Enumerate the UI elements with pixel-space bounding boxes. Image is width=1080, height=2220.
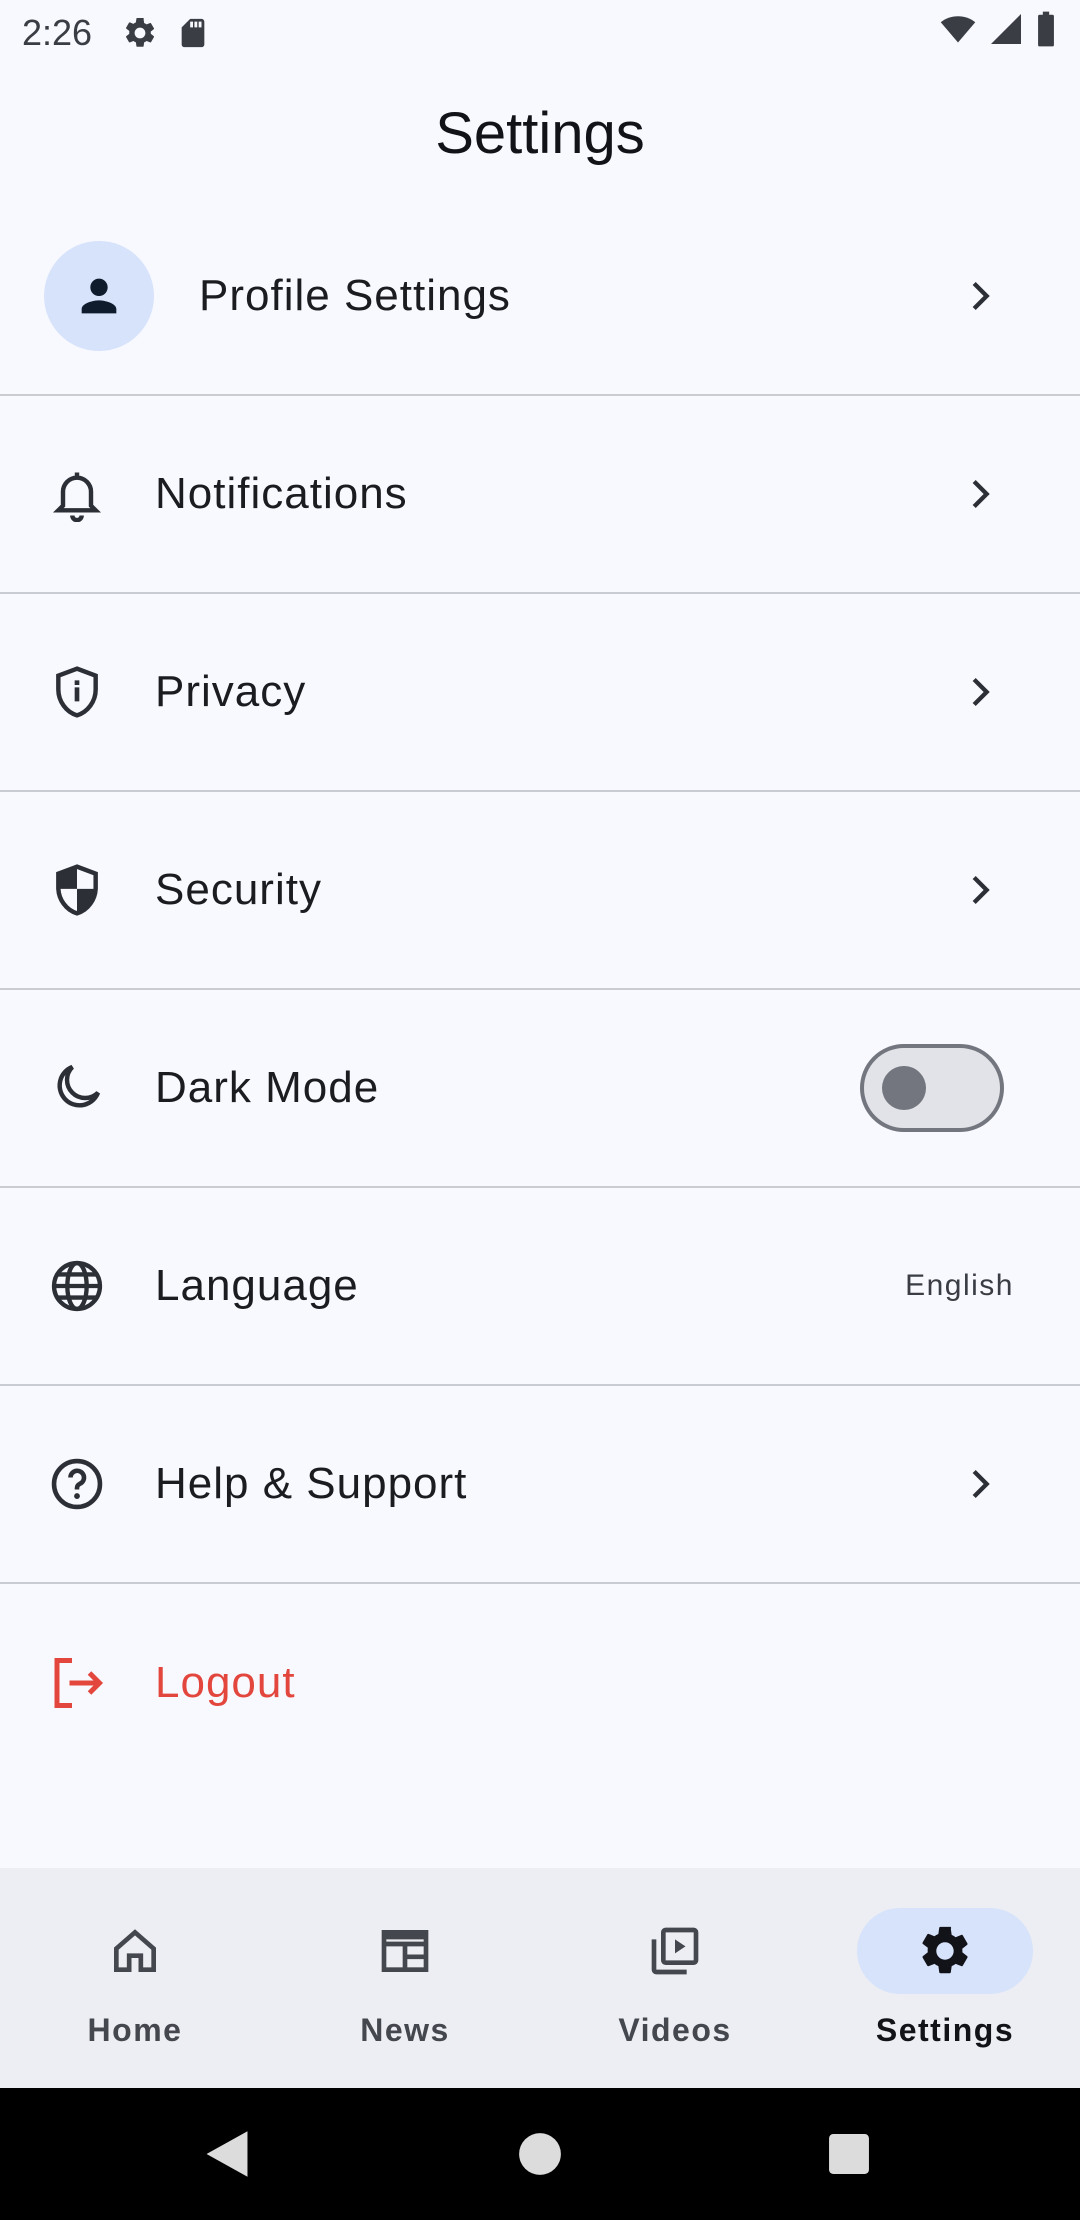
notifications-label: Notifications <box>155 469 408 518</box>
person-icon <box>81 278 117 314</box>
globe-icon <box>45 1254 109 1318</box>
nav-videos-label: Videos <box>618 2012 732 2048</box>
logout-icon <box>45 1651 109 1715</box>
gear-icon <box>122 15 158 51</box>
security-row[interactable]: Security <box>0 792 1080 990</box>
dark-mode-row: Dark Mode <box>0 990 1080 1188</box>
gear-icon <box>922 1926 968 1974</box>
signal-icon <box>988 11 1024 56</box>
settings-list: Profile Settings Notifications Privacy S… <box>0 198 1080 1782</box>
news-icon <box>381 1930 429 1972</box>
language-label: Language <box>155 1261 359 1310</box>
chevron-right-icon <box>960 474 1000 514</box>
shield-icon <box>45 858 109 922</box>
home-button-icon[interactable] <box>518 2132 562 2176</box>
profile-settings-row[interactable]: Profile Settings <box>0 198 1080 396</box>
nav-settings[interactable]: Settings <box>810 1868 1080 2088</box>
avatar <box>44 241 154 351</box>
nav-home-indicator <box>47 1908 223 1994</box>
chevron-right-icon <box>960 870 1000 910</box>
nav-news-indicator <box>317 1908 493 1994</box>
help-circle-icon <box>45 1452 109 1516</box>
moon-icon <box>45 1056 109 1120</box>
chevron-right-icon <box>960 1464 1000 1504</box>
shield-info-icon <box>45 660 109 724</box>
nav-videos[interactable]: Videos <box>540 1868 810 2088</box>
bell-icon <box>45 462 109 526</box>
language-value: English <box>905 1269 1014 1302</box>
back-icon[interactable] <box>204 2129 250 2179</box>
nav-videos-indicator <box>587 1908 763 1994</box>
dark-mode-label: Dark Mode <box>155 1063 380 1112</box>
nav-home[interactable]: Home <box>0 1868 270 2088</box>
notifications-row[interactable]: Notifications <box>0 396 1080 594</box>
sd-card-icon <box>176 15 210 51</box>
logout-row[interactable]: Logout <box>0 1584 1080 1782</box>
logout-label: Logout <box>155 1658 296 1707</box>
profile-settings-label: Profile Settings <box>199 271 511 320</box>
language-row[interactable]: Language English <box>0 1188 1080 1386</box>
wifi-icon <box>938 11 978 56</box>
status-bar: 2:26 <box>0 0 1080 66</box>
battery-icon <box>1034 10 1058 57</box>
chevron-right-icon <box>960 672 1000 712</box>
video-library-icon <box>651 1927 699 1975</box>
help-support-label: Help & Support <box>155 1459 468 1508</box>
recents-icon[interactable] <box>828 2133 870 2175</box>
nav-settings-indicator <box>857 1908 1033 1994</box>
toggle-knob <box>882 1066 926 1110</box>
security-label: Security <box>155 865 322 914</box>
nav-settings-label: Settings <box>875 2012 1015 2048</box>
page-title: Settings <box>435 101 645 166</box>
chevron-right-icon <box>960 276 1000 316</box>
status-time: 2:26 <box>22 12 93 53</box>
privacy-label: Privacy <box>155 667 307 716</box>
privacy-row[interactable]: Privacy <box>0 594 1080 792</box>
help-support-row[interactable]: Help & Support <box>0 1386 1080 1584</box>
home-icon <box>114 1929 156 1972</box>
nav-news-label: News <box>360 2012 450 2048</box>
nav-home-label: Home <box>87 2012 183 2048</box>
nav-news[interactable]: News <box>270 1868 540 2088</box>
system-navigation-bar <box>0 2088 1080 2220</box>
bottom-navigation: Home News Videos Settings <box>0 1868 1080 2088</box>
dark-mode-toggle[interactable] <box>860 1044 1004 1132</box>
